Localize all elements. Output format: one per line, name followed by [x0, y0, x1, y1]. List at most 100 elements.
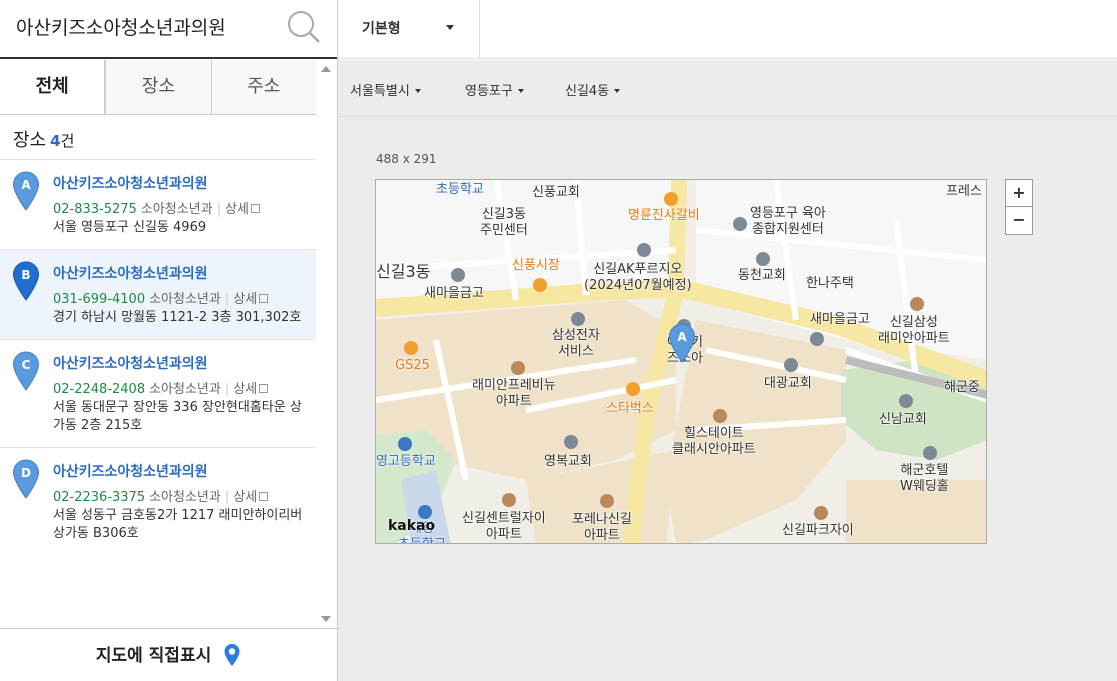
tab-all[interactable]: 전체 — [0, 60, 106, 114]
breadcrumb-city[interactable]: 서울특별시 — [350, 80, 421, 99]
place-info: 02-833-5275 소아청소년과 | 상세 — [53, 201, 308, 219]
place-phone: 031-699-4100 — [53, 292, 146, 307]
separator: | — [224, 382, 230, 397]
zoom-out-button[interactable]: − — [1006, 207, 1032, 234]
map-label: 신풍시장 — [512, 258, 560, 273]
breadcrumb-district-label: 영등포구 — [465, 84, 513, 99]
map-label: 신길삼성 래미안아파트 — [878, 315, 950, 346]
cafe-icon — [626, 382, 640, 396]
map-workspace: 서울특별시 영등포구 신길4동 488 x 291 초등학교 신풍교회 신길3동… — [338, 60, 1117, 681]
map-label: 명륜진사갈비 — [628, 208, 700, 223]
detail-link[interactable]: 상세 — [233, 382, 257, 397]
location-pin-icon — [224, 644, 240, 666]
hotel-icon — [923, 446, 937, 460]
tab-places[interactable]: 장소 — [105, 60, 211, 114]
building-icon — [733, 217, 747, 231]
map-view[interactable]: 초등학교 신풍교회 신길3동 주민센터 명륜진사갈비 영등포구 육아 종합지원센… — [375, 179, 987, 544]
external-link-icon — [259, 384, 269, 393]
map-label: 포레나신길 아파트 — [572, 512, 632, 543]
market-icon — [533, 278, 547, 292]
map-size-label: 488 x 291 — [376, 152, 437, 166]
svg-text:C: C — [22, 358, 31, 372]
list-item[interactable]: B 아산키즈소아청소년과의원 031-699-4100 소아청소년과 | 상세 경기 … — [0, 249, 316, 339]
marker-pin-icon: B — [12, 261, 40, 301]
result-scrollbar[interactable] — [316, 60, 337, 628]
apartment-icon — [814, 506, 828, 520]
map-label: 스타벅스 — [606, 401, 654, 416]
result-tabs: 전체 장소 주소 — [0, 60, 316, 115]
map-label: 새마을금고 — [810, 312, 870, 327]
breadcrumb-district[interactable]: 영등포구 — [465, 80, 524, 99]
service-icon — [571, 312, 585, 326]
scroll-up-arrow-icon[interactable] — [321, 66, 331, 72]
results-count: 장소 4건 — [13, 126, 74, 152]
scroll-down-arrow-icon[interactable] — [321, 616, 331, 622]
place-info: 02-2236-3375 소아청소년과 | 상세 — [53, 489, 308, 507]
detail-link[interactable]: 상세 — [233, 490, 257, 505]
marker-pin-icon: A — [12, 171, 40, 211]
map-label: 영등포구 육아 종합지원센터 — [750, 206, 826, 237]
marker-pin-icon: C — [12, 351, 40, 391]
breadcrumb: 서울특별시 영등포구 신길4동 — [338, 60, 1117, 117]
kakao-logo: kakao — [388, 518, 436, 534]
list-item[interactable]: D 아산키즈소아청소년과의원 02-2236-3375 소아청소년과 | 상세 서울 … — [0, 447, 316, 555]
place-name[interactable]: 아산키즈소아청소년과의원 — [53, 174, 308, 194]
place-info: 031-699-4100 소아청소년과 | 상세 — [53, 291, 308, 309]
external-link-icon — [250, 204, 260, 213]
map-label: 신길AK푸르지오 (2024년07월예정) — [584, 262, 692, 293]
map-label: GS25 — [395, 358, 430, 373]
breadcrumb-dong[interactable]: 신길4동 — [565, 80, 621, 99]
mark-on-map-button[interactable]: 지도에 직접표시 — [0, 628, 337, 681]
search-icon — [288, 11, 320, 43]
svg-text:A: A — [677, 330, 687, 344]
breadcrumb-dong-label: 신길4동 — [565, 84, 610, 99]
search-panel: 전체 장소 주소 장소4건 A 아산키즈소아청소년과의원 02-833-5275… — [0, 0, 338, 681]
list-item[interactable]: C 아산키즈소아청소년과의원 02-2248-2408 소아청소년과 | 상세 서울 … — [0, 339, 316, 447]
result-list: A 아산키즈소아청소년과의원 02-833-5275 소아청소년과 | 상세 서울 영… — [0, 159, 316, 555]
map-style-select[interactable]: 기본형 — [338, 0, 480, 59]
place-name[interactable]: 아산키즈소아청소년과의원 — [53, 354, 308, 374]
place-name[interactable]: 아산키즈소아청소년과의원 — [53, 462, 308, 482]
detail-link[interactable]: 상세 — [225, 202, 249, 217]
map-label: 초등학교 — [436, 182, 484, 197]
map-label: 신길센트럴자이 아파트 — [462, 511, 546, 542]
detail-link[interactable]: 상세 — [233, 292, 257, 307]
search-input[interactable] — [16, 10, 276, 42]
place-category: 소아청소년과 — [149, 490, 221, 505]
search-button[interactable] — [282, 6, 326, 46]
external-link-icon — [259, 294, 269, 303]
bank-icon — [810, 332, 824, 346]
map-style-label: 기본형 — [362, 21, 401, 37]
map-label: 대광교회 — [764, 376, 812, 391]
church-icon — [899, 394, 913, 408]
bank-icon — [451, 268, 465, 282]
chevron-down-icon — [517, 89, 524, 93]
map-marker-icon[interactable]: A — [668, 323, 696, 363]
tab-address[interactable]: 주소 — [210, 60, 316, 114]
map-label: 신길파크자이 — [782, 523, 854, 538]
list-item[interactable]: A 아산키즈소아청소년과의원 02-833-5275 소아청소년과 | 상세 서울 영… — [0, 159, 316, 249]
zoom-in-button[interactable]: + — [1006, 180, 1032, 207]
external-link-icon — [259, 492, 269, 501]
map-label: 영고등학교 — [376, 454, 436, 469]
app-root: 전체 장소 주소 장소4건 A 아산키즈소아청소년과의원 02-833-5275… — [0, 0, 1117, 681]
place-name[interactable]: 아산키즈소아청소년과의원 — [53, 264, 308, 284]
map-label: 프레스 — [946, 184, 982, 199]
place-category: 소아청소년과 — [149, 382, 221, 397]
map-label: 영복교회 — [544, 454, 592, 469]
results-count-unit: 건 — [60, 132, 75, 150]
restaurant-icon — [664, 192, 678, 206]
place-address: 서울 동대문구 장안동 336 장안현대홈타운 상가동 2층 215호 — [53, 400, 302, 433]
place-address: 서울 성동구 금호동2가 1217 래미안하이리버 상가동 B306호 — [53, 508, 303, 541]
map-label: 삼성전자 서비스 — [552, 328, 600, 359]
map-label: 동천교회 — [738, 268, 786, 283]
search-bar — [0, 0, 337, 59]
school-icon — [418, 505, 432, 519]
map-label: 해군중 — [944, 380, 980, 395]
map-label: 힐스테이트 클래시안아파트 — [672, 426, 756, 457]
school-icon — [398, 437, 412, 451]
map-label: 래미안프레비뉴 아파트 — [472, 378, 556, 409]
svg-text:A: A — [21, 178, 31, 192]
results-label: 장소 — [13, 130, 47, 151]
chevron-down-icon — [446, 25, 454, 30]
